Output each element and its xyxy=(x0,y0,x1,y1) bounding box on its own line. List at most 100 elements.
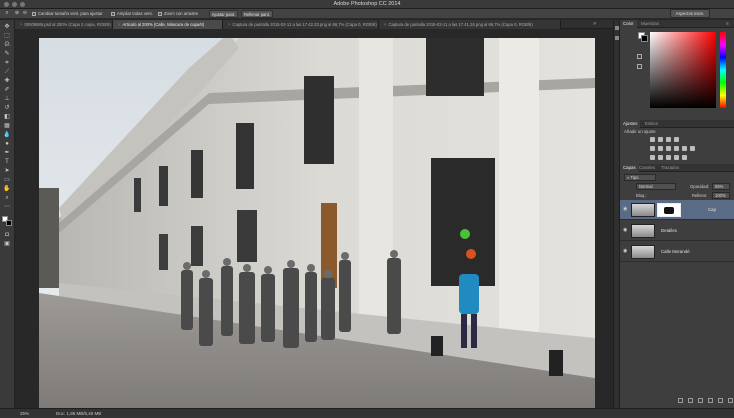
zoom-all-checkbox[interactable] xyxy=(111,11,115,16)
quick-mask-icon[interactable]: ◘ xyxy=(3,232,11,238)
blend-mode-select[interactable]: Normal xyxy=(636,183,676,190)
layer-row[interactable]: ◉ Detalles xyxy=(620,221,734,241)
gradient-map-adjustment-icon[interactable] xyxy=(674,155,679,160)
layer-thumbnail[interactable] xyxy=(631,224,655,238)
posterize-adjustment-icon[interactable] xyxy=(658,155,663,160)
marquee-tool-icon[interactable]: ⬚ xyxy=(3,33,11,39)
tab-document-1[interactable]: × 00006686.psd al 200% (Capa 2 copia, RGB… xyxy=(15,20,113,29)
layer-mask-thumbnail[interactable] xyxy=(657,203,681,217)
blur-tool-icon[interactable]: 💧 xyxy=(3,132,11,138)
color-background-swatch[interactable] xyxy=(641,35,648,42)
close-tab-icon[interactable]: × xyxy=(228,22,230,27)
brush-tool-icon[interactable]: ✐ xyxy=(3,87,11,93)
tab-document-3[interactable]: × Captura de pantalla 2015-02-11 a las 17… xyxy=(223,20,379,29)
panel-menu-icon[interactable]: ≡ xyxy=(726,21,729,27)
adjustment-icons-row-3 xyxy=(650,155,720,161)
invert-adjustment-icon[interactable] xyxy=(650,155,655,160)
scrubby-zoom-option[interactable]: Zoom con arrastre xyxy=(158,10,198,18)
tab-document-4[interactable]: × Captura de pantalla 2015-02-11 a las 17… xyxy=(379,20,561,29)
new-layer-icon[interactable] xyxy=(728,398,733,403)
eraser-tool-icon[interactable]: ◧ xyxy=(3,114,11,120)
new-adjustment-icon[interactable] xyxy=(708,398,713,403)
visibility-eye-icon[interactable]: ◉ xyxy=(623,249,629,254)
layer-name[interactable]: Detalles xyxy=(661,228,677,233)
brightness-adjustment-icon[interactable] xyxy=(650,137,655,142)
fill-input[interactable]: 100% xyxy=(712,192,730,199)
tab-document-2[interactable]: × Articulo al 200% (Calle, Máscara de cap… xyxy=(113,20,223,29)
crop-tool-icon[interactable]: ⌗ xyxy=(3,60,11,66)
tab-paths[interactable]: Trazados xyxy=(658,164,682,172)
hue-slider[interactable] xyxy=(720,32,726,108)
background-color-swatch[interactable] xyxy=(6,220,12,226)
zoom-out-icon[interactable]: ⊖ xyxy=(21,10,29,16)
tab-overflow-icon[interactable]: » xyxy=(593,21,596,27)
fill-screen-button[interactable]: Rellenar pant. xyxy=(241,10,273,18)
layer-thumbnail[interactable] xyxy=(631,203,655,217)
opacity-input[interactable]: 85% xyxy=(712,183,730,190)
quick-select-tool-icon[interactable]: ✎ xyxy=(3,51,11,57)
tab-color[interactable]: Color xyxy=(620,20,637,28)
layer-filter-select[interactable]: ⌕ Tipo xyxy=(624,174,656,181)
resize-windows-option[interactable]: Cambiar tamaño vent. para ajustar xyxy=(32,10,102,18)
link-layers-icon[interactable] xyxy=(678,398,683,403)
type-tool-icon[interactable]: T xyxy=(3,159,11,165)
color-picker-field[interactable] xyxy=(650,32,716,108)
adjustment-icons-row-1 xyxy=(650,137,720,143)
document-canvas[interactable] xyxy=(39,38,595,408)
zoom-all-option[interactable]: Ampliar todas vent. xyxy=(111,10,153,18)
channel-mixer-adjustment-icon[interactable] xyxy=(690,146,695,151)
zoom-level[interactable]: 25% xyxy=(20,411,29,416)
layer-name[interactable]: Cap xyxy=(708,207,716,212)
zoom-tool-icon[interactable]: ⌕ xyxy=(3,195,11,201)
threshold-adjustment-icon[interactable] xyxy=(666,155,671,160)
healing-brush-tool-icon[interactable]: ✚ xyxy=(3,78,11,84)
hue-saturation-adjustment-icon[interactable] xyxy=(658,146,663,151)
visibility-eye-icon[interactable]: ◉ xyxy=(623,228,629,233)
scrubby-zoom-checkbox[interactable] xyxy=(158,11,162,16)
fit-screen-button[interactable]: Ajustar pant. xyxy=(209,10,238,18)
black-white-adjustment-icon[interactable] xyxy=(674,146,679,151)
pen-tool-icon[interactable]: ✒ xyxy=(3,150,11,156)
curves-adjustment-icon[interactable] xyxy=(666,137,671,142)
path-select-tool-icon[interactable]: ➤ xyxy=(3,168,11,174)
move-tool-icon[interactable]: ✥ xyxy=(3,24,11,30)
new-group-icon[interactable] xyxy=(718,398,723,403)
layer-name[interactable]: Calle Morandé xyxy=(661,249,690,254)
lasso-tool-icon[interactable]: ᘏ xyxy=(3,42,11,48)
shape-tool-icon[interactable]: ▭ xyxy=(3,177,11,183)
layer-row[interactable]: ◉ Cap xyxy=(620,200,734,220)
layer-style-icon[interactable] xyxy=(688,398,693,403)
layer-thumbnail[interactable] xyxy=(631,245,655,259)
tab-channels[interactable]: Canales xyxy=(636,164,658,172)
vibrance-adjustment-icon[interactable] xyxy=(650,146,655,151)
clone-stamp-tool-icon[interactable]: ⊥ xyxy=(3,96,11,102)
screen-mode-icon[interactable]: ▣ xyxy=(3,241,11,247)
add-mask-icon[interactable] xyxy=(698,398,703,403)
visibility-eye-icon[interactable]: ◉ xyxy=(623,207,629,212)
selective-color-adjustment-icon[interactable] xyxy=(682,155,687,160)
close-tab-icon[interactable]: × xyxy=(384,22,386,27)
layer-row[interactable]: ◉ Calle Morandé xyxy=(620,242,734,262)
tab-styles[interactable]: Estilos xyxy=(642,120,661,128)
zoom-in-icon[interactable]: ⊕ xyxy=(13,10,21,16)
levels-adjustment-icon[interactable] xyxy=(658,137,663,142)
hand-tool-icon[interactable]: ✋ xyxy=(3,186,11,192)
eyedropper-tool-icon[interactable]: ⟋ xyxy=(3,69,11,75)
exposure-adjustment-icon[interactable] xyxy=(674,137,679,142)
history-panel-icon[interactable] xyxy=(615,26,619,30)
properties-panel-icon[interactable] xyxy=(615,36,619,40)
resize-windows-checkbox[interactable] xyxy=(32,11,36,16)
history-brush-tool-icon[interactable]: ↺ xyxy=(3,105,11,111)
gradient-tool-icon[interactable]: ▦ xyxy=(3,123,11,129)
close-tab-icon[interactable]: × xyxy=(118,22,120,27)
color-balance-adjustment-icon[interactable] xyxy=(666,146,671,151)
zoom-tool-icon[interactable]: ⌕ xyxy=(3,10,11,16)
workspace-button[interactable]: Aspectos esen. xyxy=(670,9,710,18)
photo-filter-adjustment-icon[interactable] xyxy=(682,146,687,151)
tab-swatches[interactable]: Muestras xyxy=(638,20,662,28)
document-tabs: × 00006686.psd al 200% (Capa 2 copia, RGB… xyxy=(15,20,613,29)
close-tab-icon[interactable]: × xyxy=(20,22,22,27)
more-tools-icon[interactable]: ⋯ xyxy=(3,204,11,210)
tab-adjustments[interactable]: Ajustes xyxy=(620,120,641,128)
dodge-tool-icon[interactable]: ● xyxy=(3,141,11,147)
